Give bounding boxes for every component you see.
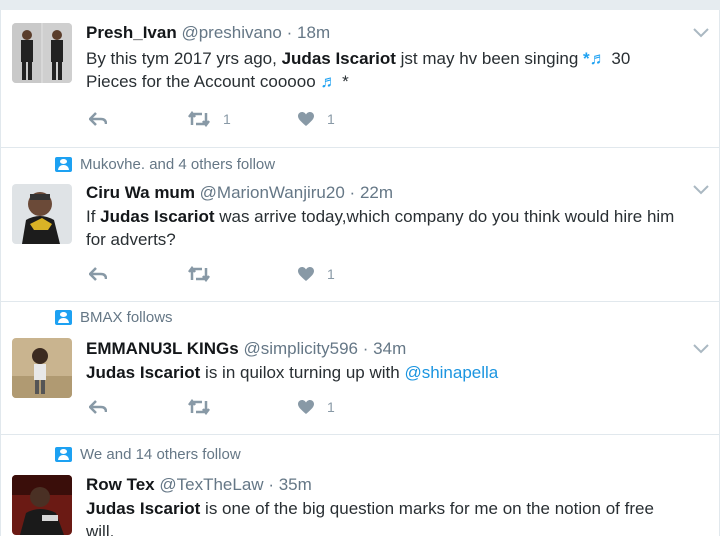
retweet-icon bbox=[188, 266, 210, 282]
user-mention-link[interactable]: @shinapella bbox=[404, 363, 498, 382]
tweet-text: Judas Iscariot is in quilox turning up w… bbox=[86, 361, 679, 384]
timestamp[interactable]: 35m bbox=[279, 475, 312, 494]
highlighted-term: Judas Iscariot bbox=[100, 207, 215, 226]
social-context-text: Mukovhe. and 4 others follow bbox=[80, 156, 276, 173]
separator: · bbox=[268, 475, 274, 494]
retweet-button[interactable]: 1 bbox=[187, 111, 297, 127]
tweet-actions: 1 bbox=[89, 399, 377, 415]
user-handle[interactable]: @MarionWanjiru20 bbox=[200, 183, 345, 202]
social-context-text: We and 14 others follow bbox=[80, 446, 241, 463]
tweet-header: EMMANU3L KINGs @simplicity596 · 34m bbox=[86, 338, 679, 360]
social-context: Mukovhe. and 4 others follow bbox=[55, 156, 275, 173]
follow-person-icon bbox=[55, 310, 72, 325]
like-count: 1 bbox=[327, 111, 335, 127]
music-note-emoji: ♬ bbox=[320, 72, 338, 91]
display-name[interactable]: Ciru Wa mum bbox=[86, 183, 195, 202]
like-count: 1 bbox=[327, 266, 335, 282]
timestamp[interactable]: 18m bbox=[297, 23, 330, 42]
tweet-text: By this tym 2017 yrs ago, Judas Iscariot… bbox=[86, 47, 679, 93]
like-count: 1 bbox=[327, 399, 335, 415]
tweet-header: Presh_Ivan @preshivano · 18m bbox=[86, 22, 679, 44]
social-context-text: BMAX follows bbox=[80, 309, 173, 326]
music-note-emoji: *♬ bbox=[583, 49, 607, 68]
user-handle[interactable]: @preshivano bbox=[181, 23, 281, 42]
tweet-header: Row Tex @TexTheLaw · 35m bbox=[86, 474, 679, 496]
display-name[interactable]: EMMANU3L KINGs bbox=[86, 339, 239, 358]
like-button[interactable]: 1 bbox=[297, 399, 377, 415]
text-segment: jst may hv been singing bbox=[395, 49, 584, 68]
tweet-content: EMMANU3L KINGs @simplicity596 · 34m Juda… bbox=[86, 338, 679, 384]
reply-icon bbox=[89, 112, 107, 126]
tweet-text: If Judas Iscariot was arrive today,which… bbox=[86, 205, 679, 251]
retweet-icon bbox=[188, 399, 210, 415]
reply-button[interactable] bbox=[89, 112, 187, 126]
separator: · bbox=[362, 339, 369, 358]
heart-icon bbox=[298, 267, 314, 281]
tweet-header: Ciru Wa mum @MarionWanjiru20 · 22m bbox=[86, 182, 679, 204]
retweet-icon bbox=[188, 111, 210, 127]
separator: · bbox=[349, 183, 356, 202]
tweet-text: Judas Iscariot is one of the big questio… bbox=[86, 497, 679, 536]
like-button[interactable]: 1 bbox=[297, 266, 377, 282]
heart-icon bbox=[298, 112, 314, 126]
timestamp[interactable]: 34m bbox=[373, 339, 406, 358]
text-segment: is in quilox turning up with bbox=[200, 363, 405, 382]
follow-person-icon bbox=[55, 157, 72, 172]
tweet-content: Row Tex @TexTheLaw · 35m Judas Iscariot … bbox=[86, 474, 679, 536]
text-segment: * bbox=[337, 72, 349, 91]
reply-icon bbox=[89, 400, 107, 414]
user-handle[interactable]: @TexTheLaw bbox=[159, 475, 263, 494]
timestamp[interactable]: 22m bbox=[360, 183, 393, 202]
retweet-button[interactable] bbox=[187, 266, 297, 282]
reply-button[interactable] bbox=[89, 400, 187, 414]
separator: · bbox=[286, 23, 293, 42]
chevron-down-icon[interactable] bbox=[693, 185, 709, 195]
tweet-timeline: Presh_Ivan @preshivano · 18m By this tym… bbox=[0, 10, 720, 536]
avatar[interactable] bbox=[12, 338, 72, 398]
avatar[interactable] bbox=[12, 23, 72, 83]
highlighted-term: Judas Iscariot bbox=[86, 363, 201, 382]
chevron-down-icon[interactable] bbox=[693, 344, 709, 354]
tweet-actions: 1 1 bbox=[89, 111, 377, 127]
like-button[interactable]: 1 bbox=[297, 111, 377, 127]
tweet-item[interactable]: BMAX follows EMMANU3L KINGs @simplicity5… bbox=[1, 302, 719, 435]
chevron-down-icon[interactable] bbox=[693, 28, 709, 38]
tweet-content: Ciru Wa mum @MarionWanjiru20 · 22m If Ju… bbox=[86, 182, 679, 251]
highlighted-term: Judas Iscariot bbox=[281, 49, 396, 68]
follow-person-icon bbox=[55, 447, 72, 462]
reply-button[interactable] bbox=[89, 267, 187, 281]
tweet-content: Presh_Ivan @preshivano · 18m By this tym… bbox=[86, 22, 679, 93]
text-segment: If bbox=[86, 207, 101, 226]
text-segment: By this tym 2017 yrs ago, bbox=[86, 49, 282, 68]
social-context: BMAX follows bbox=[55, 309, 173, 326]
user-handle[interactable]: @simplicity596 bbox=[243, 339, 358, 358]
tweet-item[interactable]: Mukovhe. and 4 others follow Ciru Wa mum… bbox=[1, 148, 719, 302]
display-name[interactable]: Row Tex bbox=[86, 475, 155, 494]
social-context: We and 14 others follow bbox=[55, 446, 241, 463]
tweet-item[interactable]: We and 14 others follow Row Tex @TexTheL… bbox=[1, 435, 719, 536]
heart-icon bbox=[298, 400, 314, 414]
retweet-button[interactable] bbox=[187, 399, 297, 415]
tweet-actions: 1 bbox=[89, 266, 377, 282]
retweet-count: 1 bbox=[223, 111, 231, 127]
tweet-item[interactable]: Presh_Ivan @preshivano · 18m By this tym… bbox=[1, 10, 719, 148]
avatar[interactable] bbox=[12, 184, 72, 244]
display-name[interactable]: Presh_Ivan bbox=[86, 23, 177, 42]
highlighted-term: Judas Iscariot bbox=[86, 499, 201, 518]
reply-icon bbox=[89, 267, 107, 281]
avatar[interactable] bbox=[12, 475, 72, 535]
